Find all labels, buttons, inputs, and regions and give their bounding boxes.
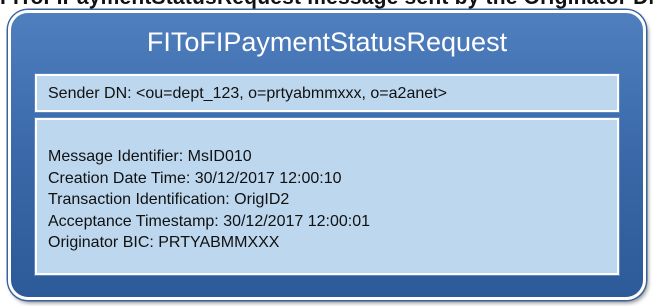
field-originator-bic: Originator BIC: PRTYABMMXXX <box>48 234 280 251</box>
field-creation-date-time: Creation Date Time: 30/12/2017 12:00:10 <box>48 169 342 187</box>
field-message-identifier: Message Identifier: MsID010 <box>48 148 252 165</box>
field-acceptance-timestamp: Acceptance Timestamp: 30/12/2017 12:00:0… <box>48 212 370 230</box>
message-fields-list: Message Identifier: MsID010 Creation Dat… <box>48 146 370 254</box>
sender-dn-panel: Sender DN: <ou=dept_123, o=prtyabmmxxx, … <box>35 74 619 112</box>
field-transaction-identification: Transaction Identification: OrigID2 <box>48 191 290 208</box>
cutoff-heading: FIToFIPaymentStatusRequest message sent … <box>0 0 655 10</box>
message-box: FIToFIPaymentStatusRequest Sender DN: <o… <box>8 10 646 300</box>
sender-dn-text: Sender DN: <ou=dept_123, o=prtyabmmxxx, … <box>48 85 447 102</box>
message-title: FIToFIPaymentStatusRequest <box>146 27 508 57</box>
message-details-panel: Message Identifier: MsID010 Creation Dat… <box>35 118 619 275</box>
